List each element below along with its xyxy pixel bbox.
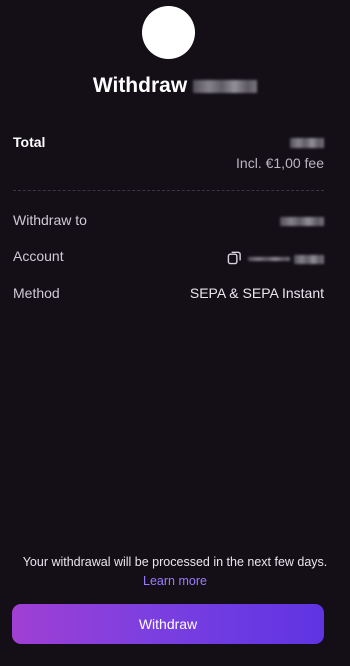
method-value: SEPA & SEPA Instant xyxy=(189,285,324,301)
withdraw-to-label: Withdraw to xyxy=(13,212,87,228)
fee-note: Incl. €1,00 fee xyxy=(236,155,324,171)
account-row: Account xyxy=(13,248,324,268)
divider xyxy=(13,190,324,191)
copy-icon[interactable] xyxy=(227,250,242,265)
redacted-account xyxy=(294,254,324,264)
total-row: Total xyxy=(13,134,324,154)
account-label: Account xyxy=(13,248,64,264)
withdraw-button[interactable]: Withdraw xyxy=(12,604,324,644)
redacted-amount xyxy=(193,79,258,93)
method-row: Method SEPA & SEPA Instant xyxy=(13,285,324,305)
page-header: Withdraw xyxy=(0,74,350,98)
redacted-recipient xyxy=(280,216,324,226)
withdraw-to-row: Withdraw to xyxy=(13,212,324,232)
total-value xyxy=(290,134,324,150)
method-label: Method xyxy=(13,285,60,301)
fee-row: Incl. €1,00 fee xyxy=(13,155,324,175)
total-label: Total xyxy=(13,134,46,150)
redacted-total xyxy=(290,138,324,149)
account-value xyxy=(227,248,324,266)
notice-text: Your withdrawal will be processed in the… xyxy=(22,555,328,569)
avatar xyxy=(142,6,195,59)
page-title: Withdraw xyxy=(92,74,188,97)
withdraw-to-value xyxy=(280,212,324,228)
learn-more-link[interactable]: Learn more xyxy=(143,574,207,588)
processing-notice: Your withdrawal will be processed in the… xyxy=(16,553,334,591)
redacted-account-dash xyxy=(248,257,290,262)
